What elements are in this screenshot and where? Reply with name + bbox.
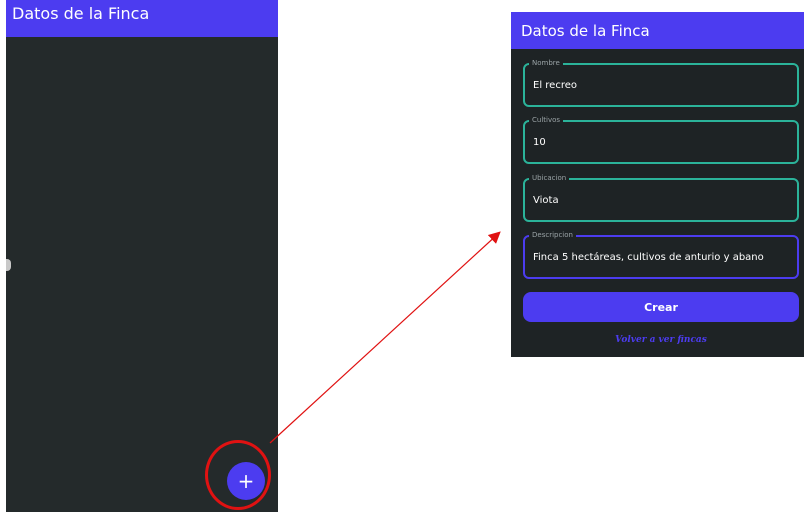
field-value: El recreo bbox=[533, 80, 577, 91]
annotation-circle bbox=[205, 440, 271, 510]
field-label: Cultivos bbox=[529, 114, 564, 126]
field-value: Finca 5 hectáreas, cultivos de anturio y… bbox=[533, 252, 764, 263]
field-value: 10 bbox=[533, 137, 546, 148]
descripcion-field[interactable]: Descripcion Finca 5 hectáreas, cultivos … bbox=[523, 229, 799, 279]
drawer-handle[interactable] bbox=[6, 259, 11, 271]
field-value: Viota bbox=[533, 195, 559, 206]
field-label: Descripcion bbox=[529, 229, 576, 241]
nombre-field[interactable]: Nombre El recreo bbox=[523, 57, 799, 107]
page-title: Datos de la Finca bbox=[521, 22, 650, 40]
ubicacion-field[interactable]: Ubicacion Viota bbox=[523, 172, 799, 222]
app-bar: Datos de la Finca bbox=[6, 0, 278, 37]
field-label: Ubicacion bbox=[529, 172, 570, 184]
finca-form-screen: Datos de la Finca Nombre El recreo Culti… bbox=[511, 12, 804, 357]
crear-button[interactable]: Crear bbox=[523, 292, 799, 322]
finca-list-screen: Datos de la Finca + bbox=[6, 0, 278, 512]
page-title: Datos de la Finca bbox=[12, 4, 150, 23]
app-bar: Datos de la Finca bbox=[511, 12, 804, 49]
cultivos-field[interactable]: Cultivos 10 bbox=[523, 114, 799, 164]
field-label: Nombre bbox=[529, 57, 563, 69]
back-to-fincas-link[interactable]: Volver a ver fincas bbox=[523, 334, 799, 346]
